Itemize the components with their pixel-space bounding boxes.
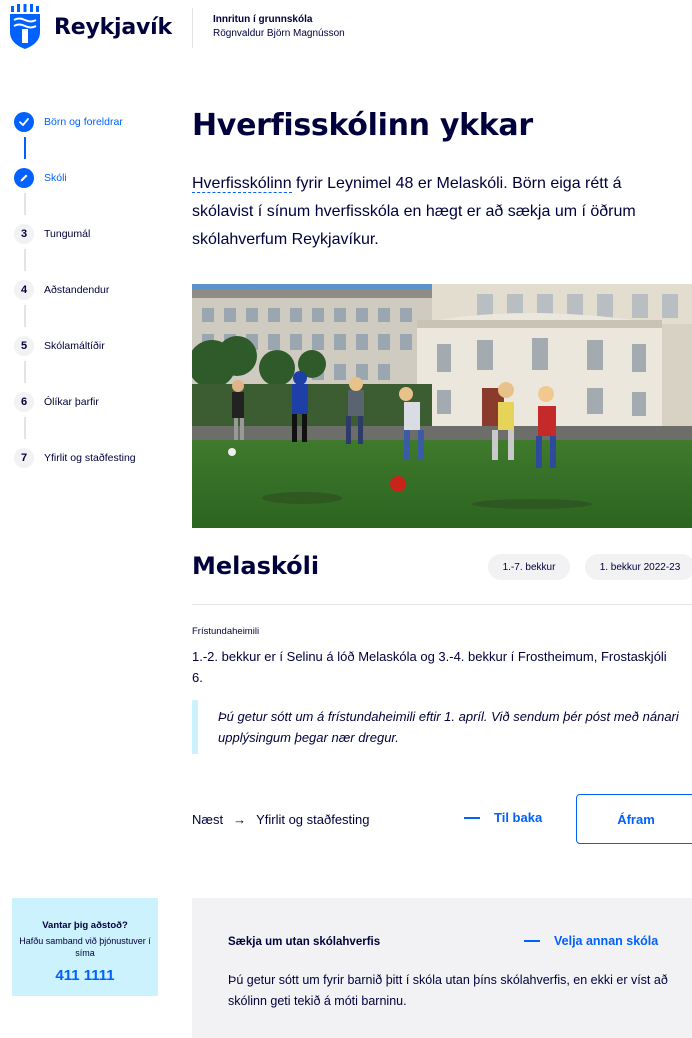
- step-connector: [24, 249, 26, 271]
- next-step-name: Yfirlit og staðfesting: [256, 812, 370, 827]
- grades-badge: 1.-7. bekkur: [488, 554, 570, 580]
- header-info: Innritun í grunnskóla Rögnvaldur Björn M…: [213, 14, 345, 39]
- step-number: 7: [14, 448, 34, 468]
- back-label: Til baka: [494, 810, 543, 825]
- other-district-title: Sækja um utan skólahverfis: [228, 936, 381, 948]
- intro-text: Hverfisskólinn fyrir Leynimel 48 er Mela…: [192, 170, 682, 254]
- section-divider: [192, 604, 692, 605]
- help-phone-number[interactable]: 411 1111: [12, 967, 158, 984]
- dash-icon: [464, 816, 480, 819]
- school-photo-image: [192, 284, 692, 528]
- step-number: 6: [14, 392, 34, 412]
- school-name: Melaskóli: [192, 552, 320, 580]
- help-text: Hafðu samband við þjónustuver í síma: [19, 936, 151, 958]
- reykjavik-logo[interactable]: Reykjavík: [8, 4, 172, 50]
- choose-other-school-link[interactable]: Velja annan skóla: [524, 934, 658, 948]
- step-label: Ólíkar þarfir: [44, 396, 99, 408]
- info-notice: Þú getur sótt um á frístundaheimili efti…: [192, 700, 692, 754]
- step-number: 3: [14, 224, 34, 244]
- notice-text: Þú getur sótt um á frístundaheimili efti…: [218, 709, 679, 745]
- choose-other-school-label: Velja annan skóla: [554, 934, 659, 948]
- step-yfirlit[interactable]: 7 Yfirlit og staðfesting: [14, 448, 174, 468]
- continue-button[interactable]: Áfram: [576, 794, 692, 844]
- neighborhood-school-link[interactable]: Hverfisskólinn: [192, 175, 292, 193]
- next-label: Næst: [192, 812, 224, 827]
- step-connector: [24, 361, 26, 383]
- year-badge: 1. bekkur 2022-23: [585, 554, 692, 580]
- arrow-right-icon: →: [233, 812, 247, 827]
- help-box: Vantar þig aðstoð? Hafðu samband við þjó…: [12, 898, 158, 996]
- brand-name: Reykjavík: [54, 14, 172, 40]
- step-label: Yfirlit og staðfesting: [44, 452, 136, 464]
- other-district-text: Þú getur sótt um fyrir barnið þitt í skó…: [228, 973, 668, 1008]
- next-step-indicator: Næst → Yfirlit og staðfesting: [192, 812, 370, 827]
- school-photo: [192, 284, 692, 528]
- step-connector: [24, 137, 26, 159]
- dash-icon: [524, 940, 540, 942]
- back-button[interactable]: Til baka: [464, 810, 542, 825]
- page-title: Hverfisskólinn ykkar: [192, 108, 533, 143]
- step-skoli[interactable]: Skóli: [14, 168, 174, 188]
- step-adstandendur[interactable]: 4 Aðstandendur: [14, 280, 174, 300]
- apply-other-district-box: Sækja um utan skólahverfis Velja annan s…: [192, 898, 692, 1038]
- step-number: 5: [14, 336, 34, 356]
- step-skolamaltidir[interactable]: 5 Skólamáltíðir: [14, 336, 174, 356]
- help-title: Vantar þig aðstoð?: [42, 920, 128, 931]
- step-born-og-foreldrar[interactable]: Börn og foreldrar: [14, 112, 174, 132]
- step-connector: [24, 417, 26, 439]
- user-name: Rögnvaldur Björn Magnússon: [213, 28, 345, 39]
- afterschool-label: Frístundaheimili: [192, 626, 260, 637]
- step-connector: [24, 305, 26, 327]
- step-olikar-tharfir[interactable]: 6 Ólíkar þarfir: [14, 392, 174, 412]
- step-number: 4: [14, 280, 34, 300]
- step-current-pencil-icon: [14, 168, 34, 188]
- step-tungumal[interactable]: 3 Tungumál: [14, 224, 174, 244]
- step-connector: [24, 193, 26, 215]
- step-label: Börn og foreldrar: [44, 116, 123, 128]
- step-done-check-icon: [14, 112, 34, 132]
- header: Reykjavík Innritun í grunnskóla Rögnvald…: [0, 0, 692, 68]
- reykjavik-crest-icon: [10, 4, 40, 49]
- step-label: Aðstandendur: [44, 284, 110, 296]
- step-label: Skólamáltíðir: [44, 340, 105, 352]
- afterschool-text: 1.-2. bekkur er í Selinu á lóð Melaskóla…: [192, 649, 667, 685]
- step-label: Skóli: [44, 172, 67, 184]
- step-label: Tungumál: [44, 228, 91, 240]
- header-divider: [192, 8, 193, 48]
- application-title: Innritun í grunnskóla: [213, 14, 313, 25]
